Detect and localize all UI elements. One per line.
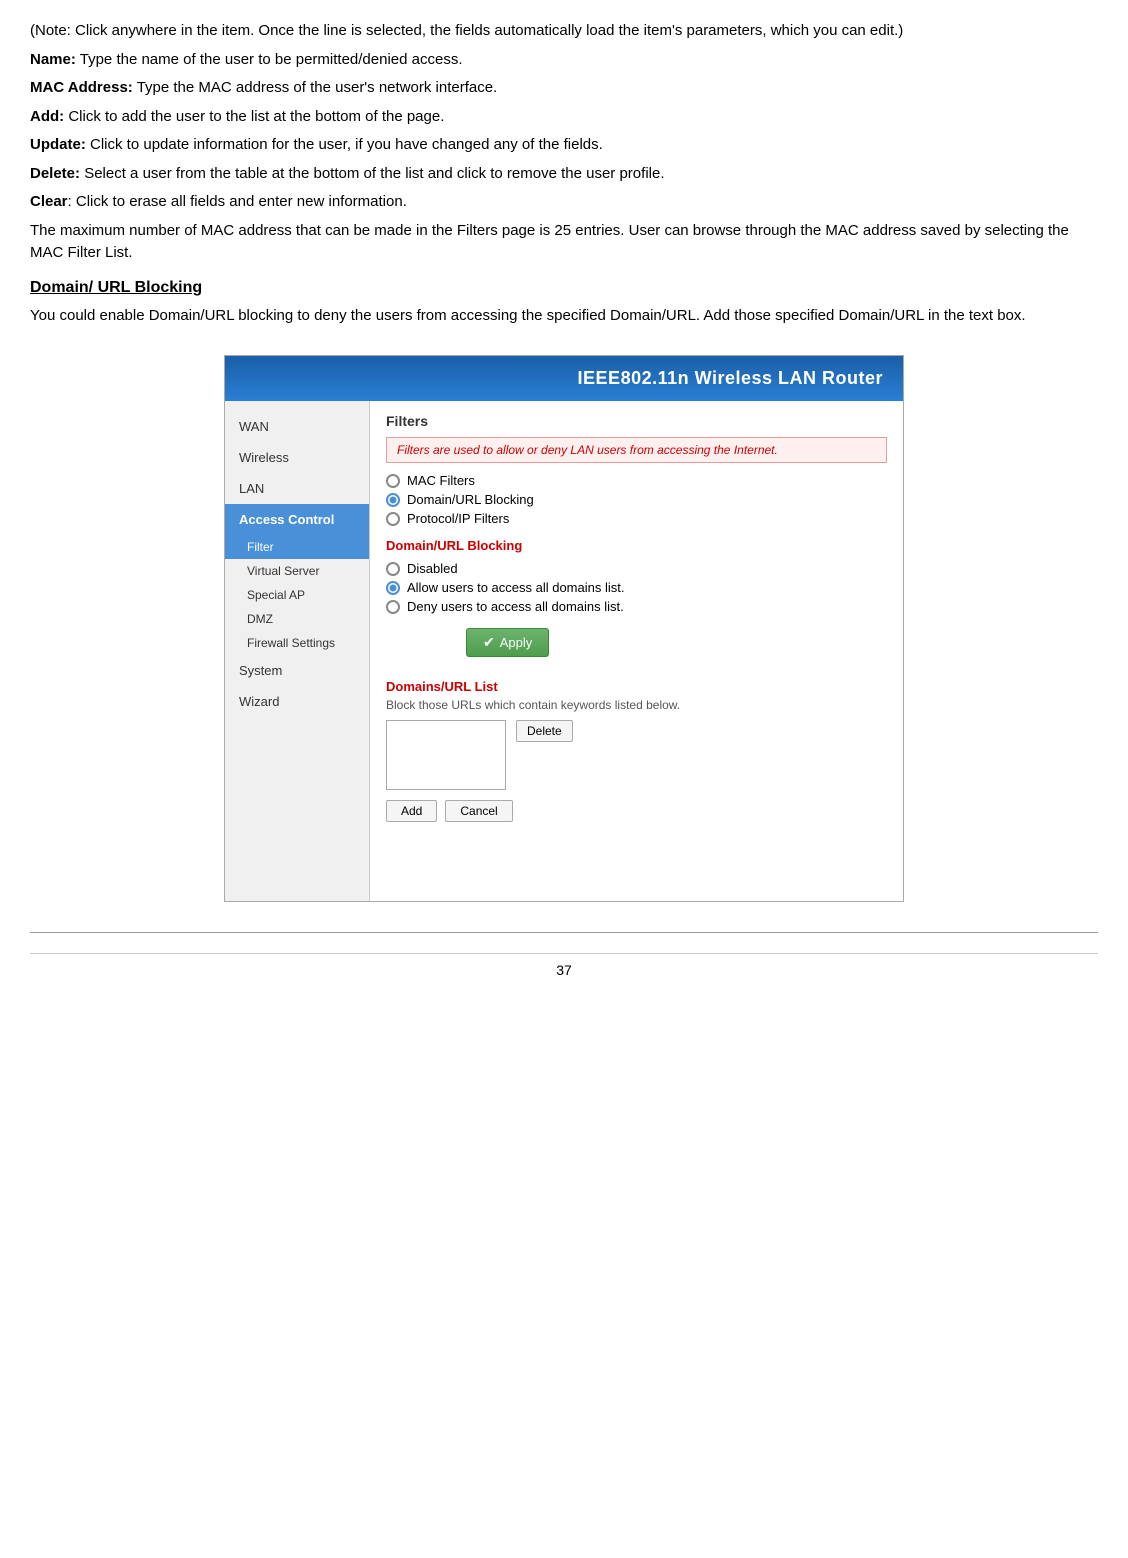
sidebar-item-dmz[interactable]: DMZ (225, 607, 369, 631)
blocking-options-group: Disabled Allow users to access all domai… (386, 561, 887, 614)
delete-button[interactable]: Delete (516, 720, 573, 742)
cancel-button[interactable]: Cancel (445, 800, 512, 822)
add-button[interactable]: Add (386, 800, 437, 822)
bottom-divider (30, 932, 1098, 933)
radio-protocol-filters[interactable] (386, 512, 400, 526)
domain-textarea[interactable] (386, 720, 506, 790)
panel-title: Filters (386, 413, 887, 429)
sidebar-item-filter[interactable]: Filter (225, 535, 369, 559)
add-cancel-row: Add Cancel (386, 800, 887, 832)
section-body: You could enable Domain/URL blocking to … (30, 305, 1098, 328)
blocking-option-deny[interactable]: Deny users to access all domains list. (386, 599, 887, 614)
paragraph-8: The maximum number of MAC address that c… (30, 220, 1098, 265)
radio-disabled[interactable] (386, 562, 400, 576)
sidebar-item-special-ap[interactable]: Special AP (225, 583, 369, 607)
radio-allow-label: Allow users to access all domains list. (407, 580, 624, 595)
paragraph-1: (Note: Click anywhere in the item. Once … (30, 20, 1098, 43)
radio-disabled-label: Disabled (407, 561, 458, 576)
page-footer: 37 (30, 953, 1098, 978)
screenshot-wrapper: IEEE802.11n Wireless LAN Router WAN Wire… (30, 355, 1098, 902)
paragraph-5: Update: Click to update information for … (30, 134, 1098, 157)
radio-protocol-label: Protocol/IP Filters (407, 511, 509, 526)
sidebar-item-system[interactable]: System (225, 655, 369, 686)
paragraph-4: Add: Click to add the user to the list a… (30, 106, 1098, 129)
radio-deny[interactable] (386, 600, 400, 614)
main-content: Filters Filters are used to allow or den… (370, 401, 903, 901)
sidebar-item-wan[interactable]: WAN (225, 411, 369, 442)
radio-mac-filters[interactable] (386, 474, 400, 488)
sidebar-item-wizard[interactable]: Wizard (225, 686, 369, 717)
domains-desc: Block those URLs which contain keywords … (386, 698, 887, 712)
domains-section: Domains/URL List Block those URLs which … (386, 679, 887, 832)
sidebar-item-access-control[interactable]: Access Control (225, 504, 369, 535)
domain-blocking-title: Domain/URL Blocking (386, 538, 887, 553)
apply-button[interactable]: ✔ Apply (466, 628, 549, 657)
section-divider: Domain/URL Blocking Disabled Allow users… (386, 538, 887, 665)
filter-option-domain[interactable]: Domain/URL Blocking (386, 492, 887, 507)
blocking-option-allow[interactable]: Allow users to access all domains list. (386, 580, 887, 595)
section-heading: Domain/ URL Blocking (30, 279, 1098, 297)
radio-mac-label: MAC Filters (407, 473, 475, 488)
apply-label: Apply (500, 635, 533, 650)
domains-title: Domains/URL List (386, 679, 887, 694)
router-header: IEEE802.11n Wireless LAN Router (225, 356, 903, 401)
filter-option-mac[interactable]: MAC Filters (386, 473, 887, 488)
blocking-option-disabled[interactable]: Disabled (386, 561, 887, 576)
radio-domain-label: Domain/URL Blocking (407, 492, 534, 507)
filter-type-group: MAC Filters Domain/URL Blocking Protocol… (386, 473, 887, 526)
radio-deny-label: Deny users to access all domains list. (407, 599, 624, 614)
sidebar: WAN Wireless LAN Access Control Filter V… (225, 401, 370, 901)
sidebar-item-lan[interactable]: LAN (225, 473, 369, 504)
filter-option-protocol[interactable]: Protocol/IP Filters (386, 511, 887, 526)
sidebar-item-firewall-settings[interactable]: Firewall Settings (225, 631, 369, 655)
router-body: WAN Wireless LAN Access Control Filter V… (225, 401, 903, 901)
sidebar-item-virtual-server[interactable]: Virtual Server (225, 559, 369, 583)
apply-check-icon: ✔ (483, 634, 495, 651)
paragraph-7: Clear: Click to erase all fields and ent… (30, 191, 1098, 214)
domains-area: Delete (386, 720, 887, 790)
router-ui: IEEE802.11n Wireless LAN Router WAN Wire… (224, 355, 904, 902)
filters-notice: Filters are used to allow or deny LAN us… (386, 437, 887, 463)
sidebar-item-wireless[interactable]: Wireless (225, 442, 369, 473)
radio-domain-blocking[interactable] (386, 493, 400, 507)
radio-allow[interactable] (386, 581, 400, 595)
paragraph-2: Name: Type the name of the user to be pe… (30, 49, 1098, 72)
paragraph-3: MAC Address: Type the MAC address of the… (30, 77, 1098, 100)
paragraph-6: Delete: Select a user from the table at … (30, 163, 1098, 186)
